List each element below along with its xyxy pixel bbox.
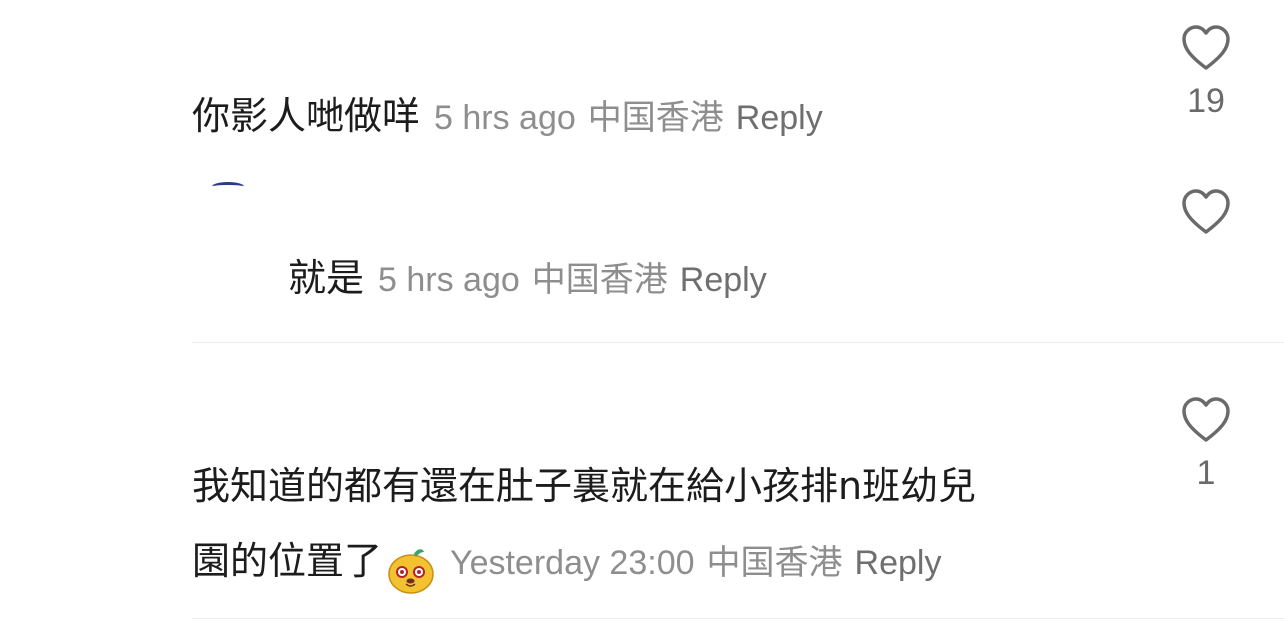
comment-text-line-2: 園的位置了 [192,539,383,583]
reply-button[interactable]: Reply [736,99,823,137]
smiling-face-emoji-icon [388,548,434,594]
comment-location: 中国香港 [706,543,843,583]
like-button-comment-2[interactable] [1176,188,1236,236]
divider [192,342,1284,343]
comment-time: Yesterday 23:00 [450,544,695,582]
like-count: 19 [1187,82,1225,120]
reply-button[interactable]: Reply [680,261,767,299]
comment-text-line-1: 我知道的都有還在肚子裏就在給小孩排n班幼兒 [192,464,977,508]
comment-3: 我知道的都有還在肚子裏就在給小孩排n班幼兒 園的位置了 Yesterday 23… [192,462,976,595]
comment-2: 就是 5 hrs ago 中国香港 Reply [288,254,767,311]
comment-time: 5 hrs ago [378,261,520,299]
comment-location: 中国香港 [531,260,668,300]
comment-time: 5 hrs ago [434,99,576,137]
avatar[interactable] [212,182,244,191]
heart-icon [1182,189,1230,234]
divider [192,618,1284,619]
comment-text: 就是 [288,256,365,300]
comment-location: 中国香港 [587,98,724,138]
like-count: 1 [1196,454,1216,492]
heart-icon [1182,397,1230,442]
comment-text: 你影人哋做咩 [192,94,421,138]
heart-icon [1182,25,1230,70]
like-button-comment-3[interactable]: 1 [1176,396,1236,493]
reply-button[interactable]: Reply [855,544,942,582]
like-button-comment-1[interactable]: 19 [1176,24,1236,121]
comment-1: 你影人哋做咩 5 hrs ago 中国香港 Reply [192,92,823,149]
